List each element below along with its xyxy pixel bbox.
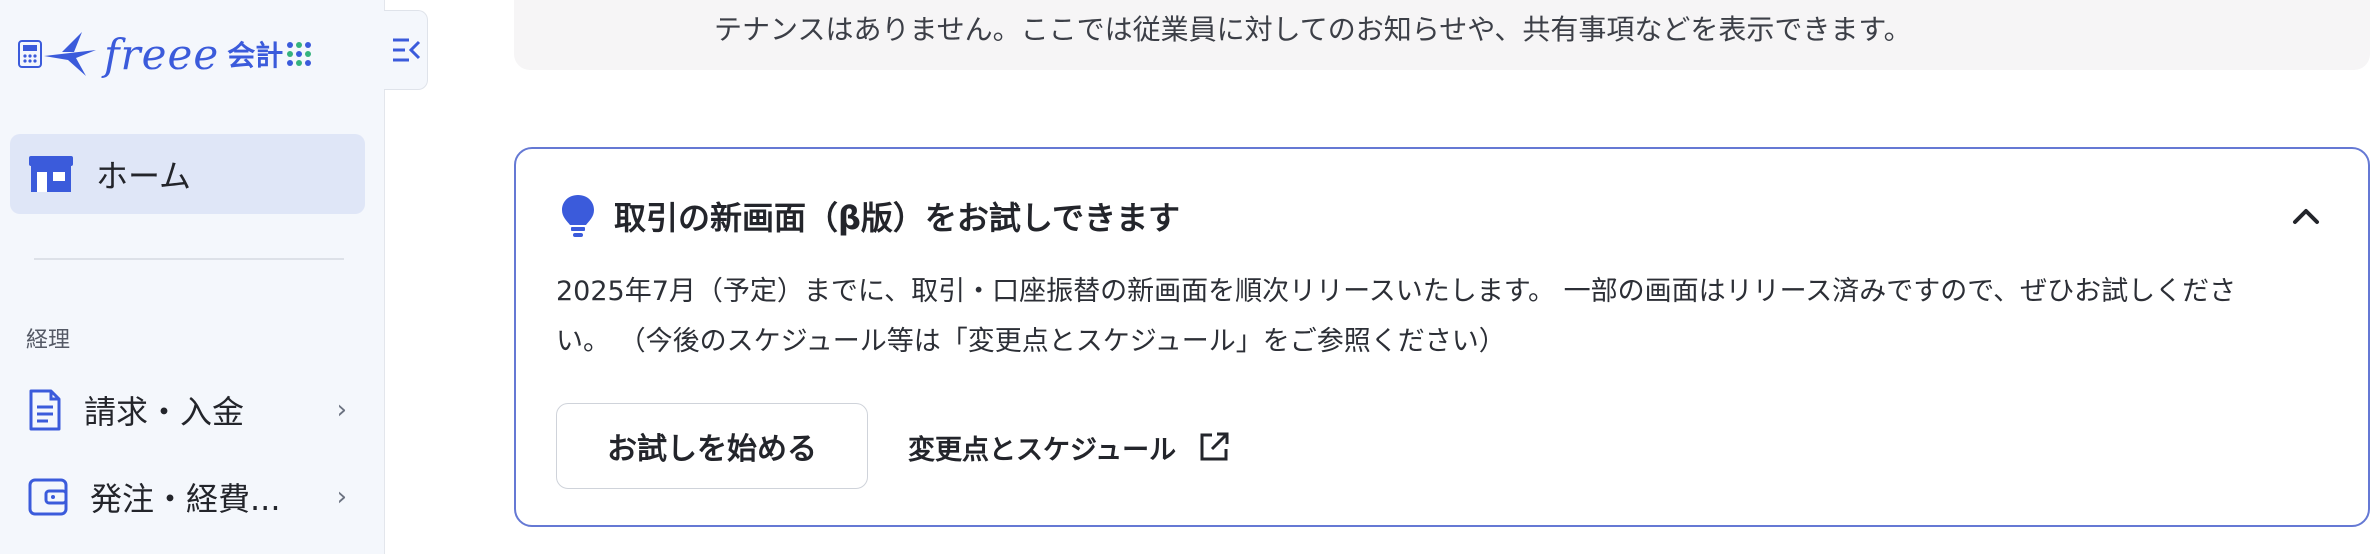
logo-suffix: 会計 [227,39,284,72]
beta-card-body-line2: い。 （今後のスケジュール等は「変更点とスケジュール」をご参照ください） [556,326,1506,357]
chevron-right-icon: › [336,395,347,425]
sidebar-item-home-label: ホーム [96,157,192,195]
collapse-card-button[interactable] [2284,194,2328,238]
changes-schedule-link[interactable]: 変更点とスケジュール [908,417,1230,477]
beta-card-body: 2025年7月（予定）までに、取引・口座振替の新画面を順次リリースいたします。 … [556,267,2328,367]
document-icon [29,389,61,431]
sidebar-collapse-icon [392,38,420,62]
app-root: freee 会計 ホーム 経理 請求・入金 › 発注・経費... › テナンスは… [0,0,2376,554]
store-icon [29,156,73,192]
beta-card-title: 取引の新画面（β版）をお試しできます [614,199,1180,237]
chevron-up-icon [2293,209,2319,224]
sidebar-item-expense[interactable]: 発注・経費... › [10,462,365,532]
sidebar-divider [34,258,344,260]
logo-dots-icon [287,42,312,66]
sidebar-item-invoice[interactable]: 請求・入金 › [10,375,365,445]
try-new-screen-button[interactable]: お試しを始める [556,403,868,489]
chevron-right-icon: › [336,482,347,512]
changes-schedule-link-label: 変更点とスケジュール [908,434,1177,466]
calculator-icon [18,40,42,68]
employee-notice-text: テナンスはありません。ここでは従業員に対してのお知らせや、共有事項などを表示でき… [714,13,1912,46]
sidebar-item-home[interactable]: ホーム [10,134,365,214]
freee-logo[interactable]: freee 会計 [18,22,338,86]
beta-card-body-line1: 2025年7月（予定）までに、取引・口座振替の新画面を順次リリースいたします。 … [556,276,2237,307]
logo-text: freee [104,29,220,79]
employee-notice-panel: テナンスはありません。ここでは従業員に対してのお知らせや、共有事項などを表示でき… [514,0,2370,70]
sidebar-item-invoice-label: 請求・入金 [84,393,245,431]
sidebar-collapse-button[interactable] [384,10,428,90]
wallet-icon [28,478,68,516]
sidebar-item-expense-label: 発注・経費... [90,480,281,518]
section-label-accounting: 経理 [26,328,71,353]
lightbulb-icon [562,195,594,237]
beta-feature-card: 取引の新画面（β版）をお試しできます 2025年7月（予定）までに、取引・口座振… [514,147,2370,527]
external-link-icon [1200,432,1229,461]
freee-bird-icon [44,32,96,76]
sidebar: freee 会計 ホーム 経理 請求・入金 › 発注・経費... › [0,0,385,554]
beta-card-header: 取引の新画面（β版）をお試しできます [560,191,2328,241]
